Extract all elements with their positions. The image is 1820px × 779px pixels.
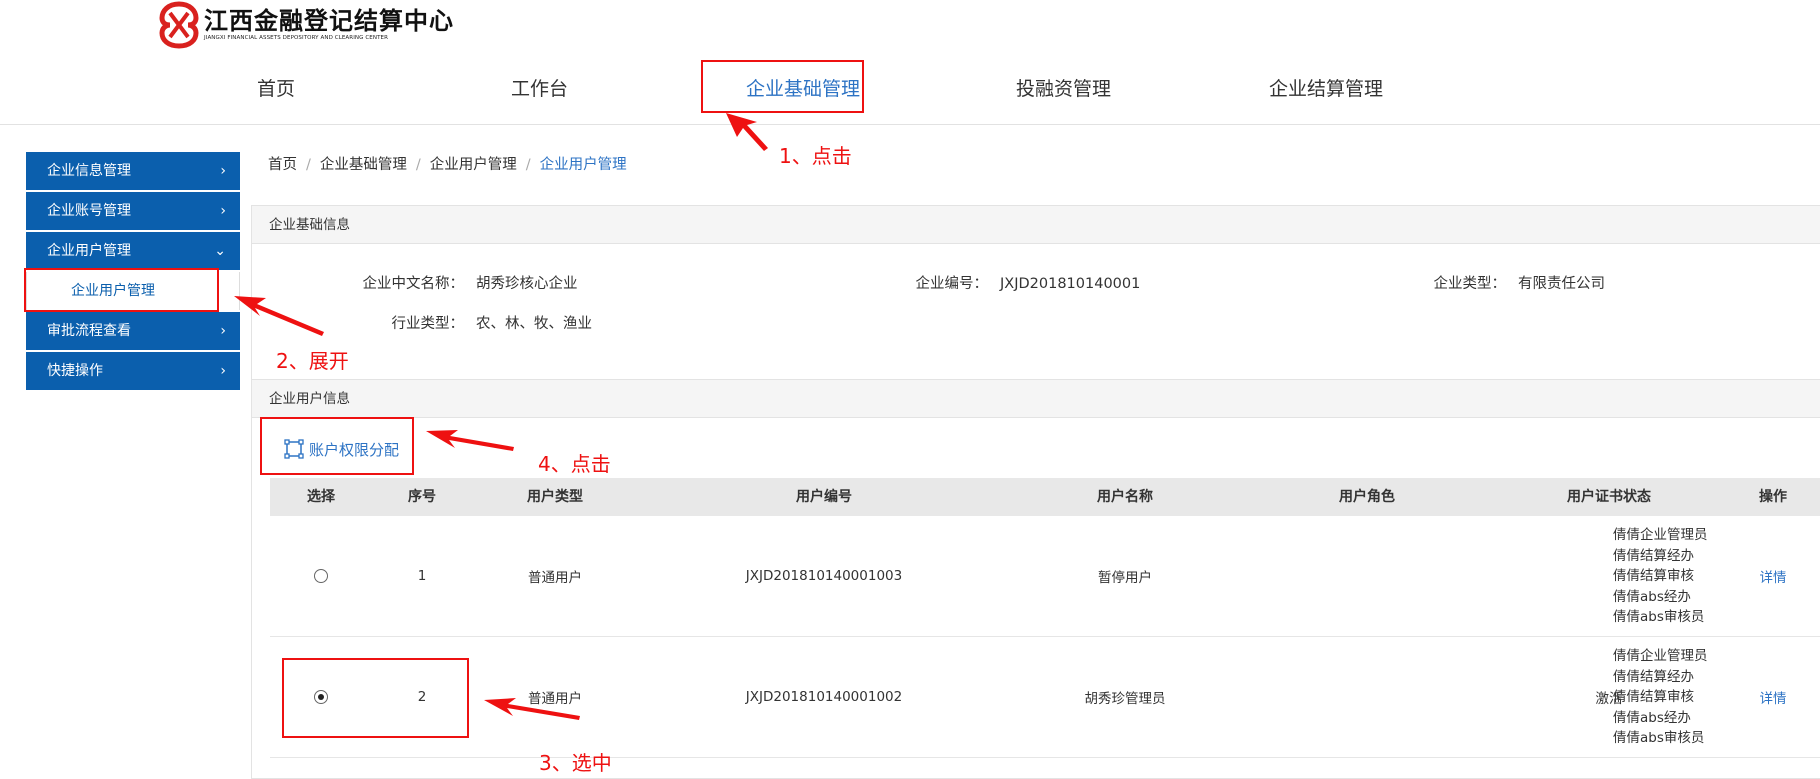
- arrow-icon: [726, 113, 768, 151]
- arrow-icon: [234, 296, 324, 336]
- arrow-icon: [426, 430, 514, 451]
- annotation-step2: 2、展开: [276, 349, 349, 373]
- annotation-arrows: [234, 113, 768, 720]
- annotation-step4: 4、点击: [538, 452, 611, 476]
- annotation-step1: 1、点击: [779, 144, 852, 168]
- annotation-step3: 3、选中: [539, 751, 612, 775]
- arrow-icon: [484, 698, 580, 720]
